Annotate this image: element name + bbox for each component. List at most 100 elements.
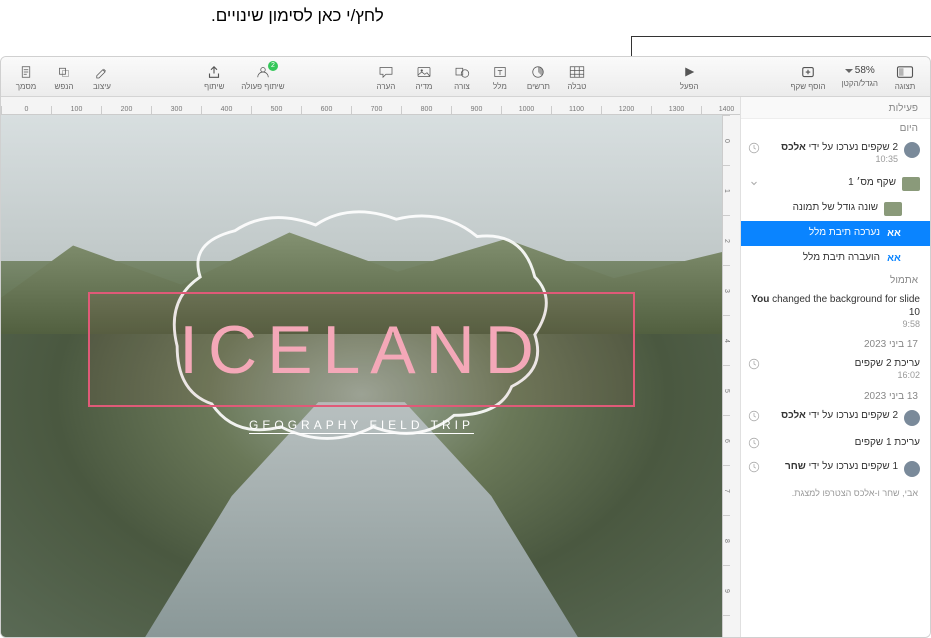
table-label: טבלה — [567, 82, 586, 91]
ruler-horizontal: 0100200300400500600700800900100011001200… — [1, 97, 740, 115]
media-label: מדיה — [415, 82, 432, 91]
activity-item[interactable]: שקף מס׳ 1 — [741, 171, 930, 196]
activity-item[interactable]: עריכת 1 שקפים — [741, 431, 930, 455]
slide-thumb — [902, 177, 920, 191]
clock-icon — [747, 141, 761, 155]
toolbar: תצוגה 58% הגדל/הקטן הוסף שקף הפעל טבלה ת… — [1, 57, 930, 97]
collaborate-label: שיתוף פעולה — [241, 82, 284, 91]
shape-button[interactable]: צורה — [445, 63, 479, 91]
clock-icon — [747, 436, 761, 450]
activity-item[interactable]: 1 שקפים נערכו על ידי שחר — [741, 455, 930, 482]
zoom-value: 58% — [855, 65, 875, 78]
ruler-tick: 1100 — [551, 106, 601, 114]
ruler-tick: 3 — [723, 265, 730, 315]
ruler-tick: 200 — [101, 106, 151, 114]
text-button[interactable]: מלל — [483, 63, 517, 91]
document-button[interactable]: מסמך — [9, 63, 43, 91]
table-icon — [566, 63, 588, 81]
clock-icon — [747, 409, 761, 423]
text-label: מלל — [493, 82, 507, 91]
ruler-tick: 9 — [723, 565, 730, 615]
ruler-tick: 800 — [401, 106, 451, 114]
keynote-window: תצוגה 58% הגדל/הקטן הוסף שקף הפעל טבלה ת… — [0, 56, 931, 638]
clock-icon — [747, 460, 761, 474]
slide-title: ICELAND — [179, 311, 544, 389]
ruler-tick: 6 — [723, 415, 730, 465]
shape-label: צורה — [454, 82, 470, 91]
activity-section-label: היום — [741, 119, 930, 136]
activity-sidebar: פעילות היום2 שקפים נערכו על ידי אלכס10:3… — [740, 97, 930, 637]
media-button[interactable]: מדיה — [407, 63, 441, 91]
ruler-tick: 600 — [301, 106, 351, 114]
ruler-tick: 300 — [151, 106, 201, 114]
ruler-tick: 100 — [51, 106, 101, 114]
ruler-tick: 0 — [1, 106, 51, 114]
activity-text: הועברה תיבת מלל — [747, 251, 880, 264]
zoom-menu[interactable]: 58% הגדל/הקטן — [836, 65, 884, 88]
ruler-tick: 1200 — [601, 106, 651, 114]
activity-text: 1 שקפים נערכו על ידי שחר — [767, 460, 898, 473]
table-button[interactable]: טבלה — [560, 63, 594, 91]
animate-button[interactable]: הנפש — [47, 63, 81, 91]
text-glyph-icon: אא — [886, 252, 902, 266]
comment-button[interactable]: הערה — [369, 63, 403, 91]
ruler-tick: 900 — [451, 106, 501, 114]
comment-label: הערה — [376, 82, 395, 91]
animate-icon — [53, 63, 75, 81]
activity-item[interactable]: 2 שקפים נערכו על ידי אלכס — [741, 404, 930, 431]
avatar — [904, 142, 920, 158]
chevron-down-icon — [845, 69, 853, 77]
format-button[interactable]: עיצוב — [85, 63, 119, 91]
play-icon — [678, 63, 700, 81]
callout-text: לחץ/י כאן לסימון שינויים. — [211, 6, 384, 25]
play-button[interactable]: הפעל — [672, 63, 706, 91]
joined-note: אבי, שחר ו-אלכס הצטרפו למצגת. — [741, 482, 930, 504]
title-text-box[interactable]: ICELAND — [88, 292, 636, 407]
share-icon — [203, 63, 225, 81]
plus-icon — [797, 63, 819, 81]
activity-item[interactable]: 2 שקפים נערכו על ידי אלכס10:35 — [741, 136, 930, 171]
activity-section-label: אתמול — [741, 271, 930, 288]
slide-subtitle[interactable]: GEOGRAPHY FIELD TRIP — [1, 418, 722, 432]
ruler-tick: 500 — [251, 106, 301, 114]
avatar — [904, 410, 920, 426]
activity-text: עריכת 2 שקפים16:02 — [767, 357, 920, 382]
ruler-tick: 5 — [723, 365, 730, 415]
activity-item[interactable]: אא נערכה תיבת מלל — [741, 221, 930, 246]
chevron-down-icon — [747, 176, 761, 190]
view-icon — [894, 63, 916, 81]
activity-text: נערכה תיבת מלל — [747, 226, 880, 239]
activity-item[interactable]: עריכת 2 שקפים16:02 — [741, 352, 930, 387]
ruler-tick: 1000 — [501, 106, 551, 114]
chart-label: תרשים — [527, 82, 550, 91]
ruler-tick: 7 — [723, 465, 730, 515]
document-label: מסמך — [16, 82, 36, 91]
ruler-tick: 400 — [201, 106, 251, 114]
view-menu[interactable]: תצוגה — [888, 63, 922, 91]
slide[interactable]: ICELAND GEOGRAPHY FIELD TRIP — [1, 115, 722, 637]
format-icon — [91, 63, 113, 81]
activity-text: 2 שקפים נערכו על ידי אלכס — [767, 409, 898, 422]
add-slide-button[interactable]: הוסף שקף — [784, 63, 831, 91]
share-label: שיתוף — [204, 82, 224, 91]
add-slide-label: הוסף שקף — [790, 82, 825, 91]
activity-item[interactable]: You changed the background for slide 109… — [741, 288, 930, 336]
chart-button[interactable]: תרשים — [521, 63, 556, 91]
content-area: פעילות היום2 שקפים נערכו על ידי אלכס10:3… — [1, 97, 930, 637]
avatar — [904, 461, 920, 477]
collab-count-badge: 2 — [268, 61, 278, 71]
comment-icon — [375, 63, 397, 81]
collaborate-button[interactable]: 2 שיתוף פעולה — [235, 63, 290, 91]
share-button[interactable]: שיתוף — [197, 63, 231, 91]
zoom-label: הגדל/הקטן — [842, 79, 878, 88]
shape-icon — [451, 63, 473, 81]
activity-item[interactable]: שונה גודל של תמונה — [741, 196, 930, 221]
ruler-tick: 10 — [723, 615, 730, 637]
play-label: הפעל — [680, 82, 699, 91]
slide-canvas[interactable]: 0100200300400500600700800900100011001200… — [1, 97, 740, 637]
clock-icon — [747, 357, 761, 371]
activity-item[interactable]: אא הועברה תיבת מלל — [741, 246, 930, 271]
ruler-tick: 1 — [723, 165, 730, 215]
activity-text: You changed the background for slide 109… — [747, 293, 920, 331]
text-glyph-icon: אא — [886, 227, 902, 241]
